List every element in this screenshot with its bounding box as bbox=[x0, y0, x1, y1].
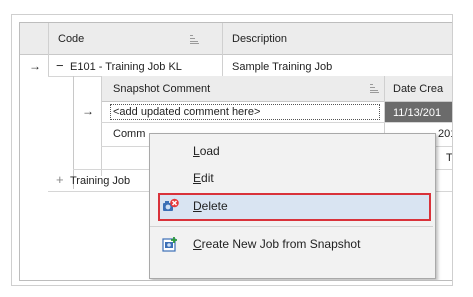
column-filter-icon[interactable] bbox=[370, 84, 379, 93]
menu-accelerator-key: L bbox=[193, 144, 200, 158]
date-created-column-header[interactable]: Date Crea bbox=[393, 82, 443, 96]
job-code-cell[interactable]: Training Job bbox=[70, 174, 130, 188]
detail-indicator-divider bbox=[101, 76, 102, 176]
delete-snapshot-icon bbox=[163, 198, 179, 211]
menu-item-label: Edit bbox=[193, 171, 214, 185]
expand-row-button[interactable]: + bbox=[56, 173, 64, 187]
menu-label-rest: reate New Job from Snapshot bbox=[201, 237, 361, 251]
snapshot-date-cell[interactable]: TN bbox=[446, 151, 452, 165]
menu-label-rest: dit bbox=[201, 171, 214, 185]
snapshot-comment-cell[interactable]: Comm bbox=[113, 127, 145, 141]
menu-label-rest: oad bbox=[199, 144, 220, 158]
row-divider-vertical bbox=[222, 54, 223, 76]
indicator-column-divider bbox=[48, 23, 49, 76]
job-code-cell[interactable]: E101 - Training Job KL bbox=[70, 60, 182, 74]
snapshot-date-cell[interactable]: 11/13/201 bbox=[393, 106, 441, 120]
row-pointer-arrow-icon: → bbox=[29, 59, 41, 73]
menu-item-create-new-job-from-snapshot[interactable]: Create New Job from Snapshot bbox=[150, 232, 433, 257]
detail-row-separator bbox=[101, 122, 452, 123]
menu-item-delete[interactable]: Delete bbox=[150, 194, 433, 219]
menu-separator bbox=[150, 226, 433, 227]
menu-item-load[interactable]: Load bbox=[150, 139, 433, 164]
new-job-from-snapshot-icon bbox=[162, 237, 177, 252]
menu-label-rest: elete bbox=[201, 199, 228, 213]
window-frame: Code Description → − E101 - Training Job… bbox=[11, 14, 453, 286]
snapshot-comment-cell[interactable]: <add updated comment here> bbox=[113, 105, 260, 119]
snapshot-date-cell[interactable]: 201 bbox=[438, 127, 452, 141]
header-divider bbox=[222, 23, 223, 54]
collapse-row-button[interactable]: − bbox=[56, 59, 64, 73]
menu-accelerator-key: C bbox=[193, 237, 202, 251]
menu-item-label: Delete bbox=[193, 199, 228, 213]
menu-item-edit[interactable]: Edit bbox=[150, 166, 433, 191]
job-description-cell[interactable]: Sample Training Job bbox=[232, 60, 332, 74]
menu-item-label: Create New Job from Snapshot bbox=[193, 237, 360, 251]
code-column-header[interactable]: Code bbox=[58, 32, 84, 46]
menu-accelerator-key: E bbox=[193, 171, 202, 185]
snapshot-context-menu: Load Edit Delete Create New Job from Sna… bbox=[149, 133, 436, 279]
menu-item-label: Load bbox=[193, 144, 220, 158]
description-column-header[interactable]: Description bbox=[232, 32, 287, 46]
snapshot-comment-column-header[interactable]: Snapshot Comment bbox=[113, 82, 210, 96]
job-grid: Code Description → − E101 - Training Job… bbox=[19, 22, 452, 281]
column-filter-icon[interactable] bbox=[190, 35, 199, 44]
detail-row-pointer-icon: → bbox=[82, 104, 94, 118]
menu-accelerator-key: D bbox=[193, 199, 202, 213]
